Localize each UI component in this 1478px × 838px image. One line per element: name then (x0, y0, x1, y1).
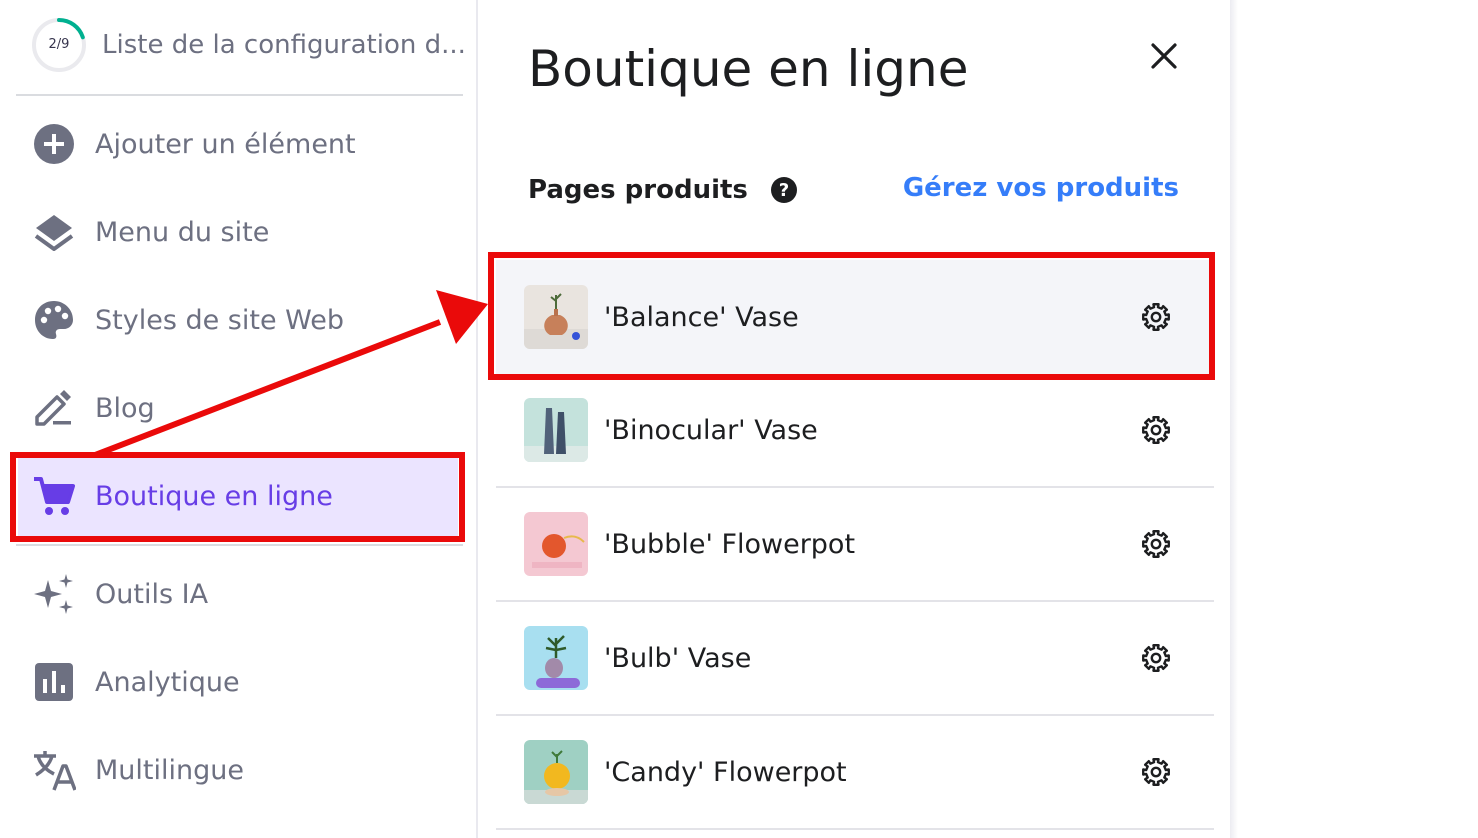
product-row[interactable]: 'Balance' Vase (496, 260, 1214, 374)
sidebar-item-online-store[interactable]: Boutique en ligne (18, 456, 458, 536)
close-icon (1151, 43, 1177, 69)
close-button[interactable] (1144, 36, 1184, 76)
product-thumbnail (524, 740, 588, 804)
product-thumbnail (524, 398, 588, 462)
manage-products-link[interactable]: Gérez vos produits (903, 173, 1179, 203)
sidebar-item-label: Analytique (95, 666, 240, 698)
progress-count: 2/9 (48, 37, 70, 52)
gear-icon[interactable] (1138, 640, 1174, 676)
gear-icon[interactable] (1138, 299, 1174, 335)
gear-icon[interactable] (1138, 754, 1174, 790)
sidebar-item-ai-tools[interactable]: Outils IA (18, 554, 458, 634)
layers-icon (32, 210, 76, 254)
help-icon[interactable]: ? (770, 176, 798, 204)
sidebar-item-label: Boutique en ligne (95, 480, 333, 512)
sidebar-item-label: Ajouter un élément (95, 128, 356, 160)
bar-chart-icon (32, 660, 76, 704)
sidebar-item-label: Menu du site (95, 216, 270, 248)
panel-title: Boutique en ligne (528, 40, 969, 98)
product-name: 'Binocular' Vase (604, 414, 818, 446)
sidebar-divider (16, 94, 463, 96)
product-row[interactable]: 'Bulb' Vase (496, 602, 1214, 716)
product-name: 'Bulb' Vase (604, 642, 752, 674)
product-thumbnail (524, 512, 588, 576)
sidebar-item-website-styles[interactable]: Styles de site Web (18, 280, 458, 360)
product-row[interactable]: 'Binocular' Vase (496, 374, 1214, 488)
setup-checklist[interactable]: 2/9 Liste de la configuration d... (30, 16, 472, 74)
sidebar-item-multilingual[interactable]: Multilingue (18, 730, 458, 810)
product-thumbnail (524, 626, 588, 690)
product-row[interactable]: 'Candy' Flowerpot (496, 716, 1214, 830)
sparkles-icon (32, 572, 76, 616)
progress-ring: 2/9 (30, 16, 88, 74)
sidebar-item-blog[interactable]: Blog (18, 368, 458, 448)
product-name: 'Candy' Flowerpot (604, 756, 847, 788)
plus-circle-icon (32, 122, 76, 166)
product-row[interactable]: 'Bubble' Flowerpot (496, 488, 1214, 602)
section-title: Pages produits (528, 175, 748, 205)
gear-icon[interactable] (1138, 526, 1174, 562)
sidebar-item-label: Blog (95, 392, 155, 424)
svg-text:?: ? (779, 180, 789, 201)
product-name: 'Balance' Vase (604, 301, 799, 333)
setup-checklist-label: Liste de la configuration d... (102, 30, 466, 60)
sidebar-item-label: Styles de site Web (95, 304, 345, 336)
gear-icon[interactable] (1138, 412, 1174, 448)
sidebar: 2/9 Liste de la configuration d... Ajout… (0, 0, 478, 838)
product-thumbnail (524, 285, 588, 349)
sidebar-divider (16, 544, 463, 546)
product-pages-header: Pages produits ? Gérez vos produits (528, 168, 1188, 212)
edit-icon (32, 386, 76, 430)
translate-icon (32, 748, 76, 792)
online-store-panel: Boutique en ligne Pages produits ? Gérez… (480, 0, 1230, 838)
product-name: 'Bubble' Flowerpot (604, 528, 856, 560)
sidebar-item-analytics[interactable]: Analytique (18, 642, 458, 722)
sidebar-item-site-menu[interactable]: Menu du site (18, 192, 458, 272)
panel-shadow (1230, 0, 1238, 838)
palette-icon (32, 298, 76, 342)
cart-icon (32, 474, 76, 518)
sidebar-item-add-element[interactable]: Ajouter un élément (18, 104, 458, 184)
sidebar-item-label: Multilingue (95, 754, 244, 786)
sidebar-item-label: Outils IA (95, 578, 209, 610)
